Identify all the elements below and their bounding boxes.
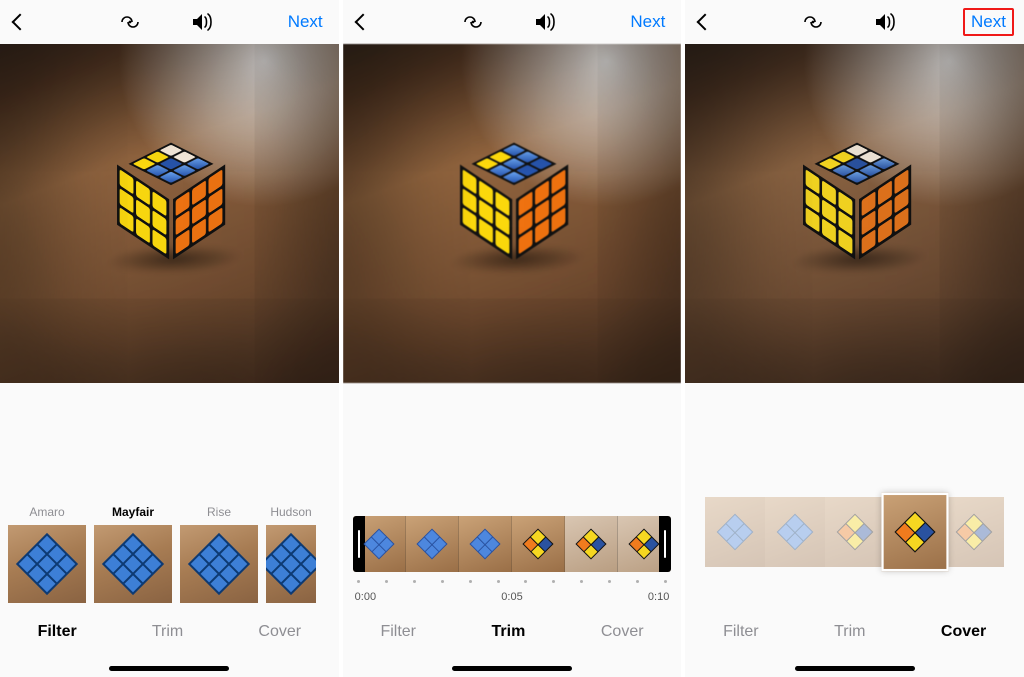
filter-item-mayfair[interactable]: Mayfair: [94, 505, 172, 603]
nav-bar: Next: [343, 0, 682, 44]
timeline-frame[interactable]: [565, 516, 618, 572]
video-preview[interactable]: [685, 44, 1024, 383]
filter-thumb: [94, 525, 172, 603]
tab-trim[interactable]: Trim: [834, 623, 865, 641]
edit-tab-bar: Filter Trim Cover: [343, 603, 682, 677]
nav-back-button[interactable]: [349, 16, 393, 28]
boomerang-icon[interactable]: [461, 13, 485, 31]
rubiks-cube-preview: [117, 146, 221, 266]
filter-label: Hudson: [270, 505, 311, 519]
cover-frame-picker[interactable]: [705, 497, 1004, 567]
tab-filter[interactable]: Filter: [38, 623, 77, 641]
next-button[interactable]: Next: [963, 8, 1014, 36]
timeline-time-labels: 0:00 0:05 0:10: [353, 591, 672, 603]
time-label: 0:10: [648, 591, 669, 603]
chevron-back-icon: [697, 14, 714, 31]
rubiks-cube-preview: [803, 146, 907, 266]
video-edit-screen-cover: Next: [685, 0, 1024, 677]
filter-thumb: [180, 525, 258, 603]
cover-thumb[interactable]: [765, 497, 825, 567]
time-label: 0:05: [501, 591, 522, 603]
chevron-back-icon: [12, 14, 29, 31]
filter-label: Rise: [207, 505, 231, 519]
filter-item-rise[interactable]: Rise: [180, 505, 258, 603]
time-label: 0:00: [355, 591, 376, 603]
timeline-frame[interactable]: [459, 516, 512, 572]
video-edit-screen-trim: Next: [343, 0, 682, 677]
tab-filter[interactable]: Filter: [723, 623, 759, 641]
filter-thumb: [266, 525, 316, 603]
home-indicator[interactable]: [795, 666, 915, 671]
tab-filter[interactable]: Filter: [380, 623, 416, 641]
timeline-frame[interactable]: [512, 516, 565, 572]
edit-tab-bar: Filter Trim Cover: [685, 603, 1024, 677]
sound-icon[interactable]: [533, 12, 557, 32]
cover-thumb-selected[interactable]: [881, 493, 948, 571]
nav-bar: Next: [685, 0, 1024, 44]
timeline-frame[interactable]: [406, 516, 459, 572]
rubiks-cube-preview: [460, 146, 564, 266]
cover-thumb[interactable]: [944, 497, 1004, 567]
sound-icon[interactable]: [190, 12, 214, 32]
boomerang-icon[interactable]: [118, 13, 142, 31]
home-indicator[interactable]: [452, 666, 572, 671]
filter-label: Mayfair: [112, 505, 154, 519]
next-button[interactable]: Next: [624, 10, 671, 34]
trim-timeline[interactable]: 0:00 0:05 0:10: [343, 516, 682, 603]
filter-thumb: [8, 525, 86, 603]
boomerang-icon[interactable]: [801, 13, 825, 31]
filter-item-amaro[interactable]: Amaro: [8, 505, 86, 603]
cover-thumb[interactable]: [705, 497, 765, 567]
tab-trim[interactable]: Trim: [152, 623, 183, 641]
filter-label: Amaro: [29, 505, 64, 519]
nav-back-button[interactable]: [691, 16, 735, 28]
filter-item-hudson[interactable]: Hudson: [266, 505, 316, 603]
cover-thumb[interactable]: [825, 497, 885, 567]
filter-list[interactable]: Amaro Mayfair Rise Hudson: [0, 491, 339, 603]
video-preview[interactable]: [343, 44, 682, 383]
trim-handle-right[interactable]: [659, 516, 671, 572]
chevron-back-icon: [354, 14, 371, 31]
tab-trim[interactable]: Trim: [492, 623, 526, 641]
tab-cover[interactable]: Cover: [258, 623, 301, 641]
tab-cover[interactable]: Cover: [601, 623, 644, 641]
video-edit-screen-filter: Next Amaro: [0, 0, 339, 677]
video-preview[interactable]: [0, 44, 339, 383]
home-indicator[interactable]: [109, 666, 229, 671]
tab-cover[interactable]: Cover: [941, 623, 986, 641]
nav-bar: Next: [0, 0, 339, 44]
nav-back-button[interactable]: [6, 16, 50, 28]
next-button[interactable]: Next: [282, 10, 329, 34]
edit-tab-bar: Filter Trim Cover: [0, 603, 339, 677]
timeline-ticks: [353, 580, 672, 583]
sound-icon[interactable]: [873, 12, 897, 32]
